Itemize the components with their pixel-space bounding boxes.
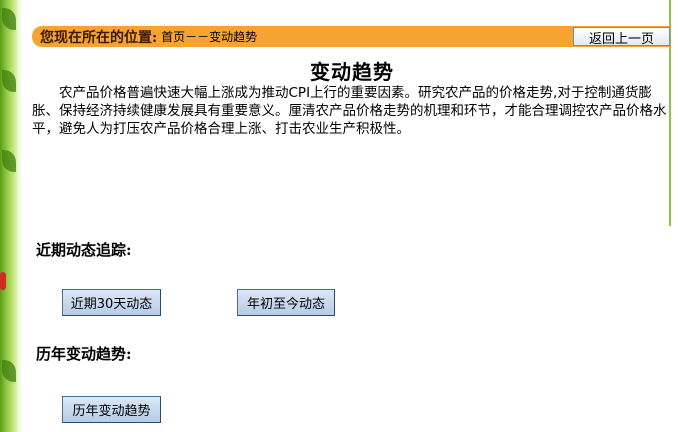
back-button[interactable]: 返回上一页: [573, 27, 670, 47]
location-label: 您现在所在的位置:: [40, 29, 158, 46]
intro-paragraph: 农产品价格普遍快速大幅上涨成为推动CPI上行的重要因素。研究农产品的价格走势,对…: [32, 85, 667, 137]
recent-30-days-button[interactable]: 近期30天动态: [62, 289, 161, 316]
page-title: 变动趋势: [310, 60, 394, 84]
breadcrumb: 首页－－变动趋势: [161, 30, 258, 44]
red-ornament-icon: [0, 272, 6, 290]
location-bar: 您现在所在的位置: 首页－－变动趋势 返回上一页: [32, 26, 670, 47]
leaf-icon: [2, 150, 16, 172]
recent-tracking-heading: 近期动态追踪:: [36, 241, 132, 259]
leaf-icon: [2, 8, 16, 30]
historical-trend-heading: 历年变动趋势:: [36, 345, 132, 363]
historical-trend-button[interactable]: 历年变动趋势: [62, 396, 161, 423]
leaf-icon: [2, 360, 16, 382]
year-to-date-button[interactable]: 年初至今动态: [237, 289, 335, 316]
